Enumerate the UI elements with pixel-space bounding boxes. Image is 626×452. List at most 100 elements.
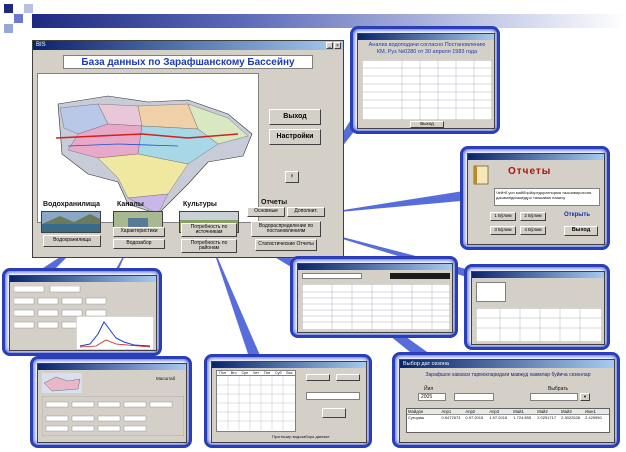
calendar-side-button[interactable] <box>336 374 360 381</box>
need-table <box>302 284 450 330</box>
analysis-title-line1: Анализ водоподачи согласно Постановлению <box>368 42 486 48</box>
reports-note: Чейтб уоп майборйоредоратнорма таошавиро… <box>494 188 600 206</box>
calendar-date-input[interactable] <box>306 392 360 400</box>
district-report-header-box <box>476 282 506 302</box>
select-label: Выбрать <box>548 386 569 392</box>
season-cell: 1.724.855 <box>513 415 532 420</box>
season-col: Майдон <box>408 409 424 414</box>
season-select[interactable] <box>454 393 494 401</box>
reservoirs-button[interactable]: Водохранилища <box>43 235 101 247</box>
reports-stats-button[interactable]: Статистические Отчеты <box>255 239 317 251</box>
canal-titlebar <box>38 364 186 370</box>
season-col: Апр3 <box>489 409 500 414</box>
weekday: Суб <box>275 371 282 375</box>
analysis-callout: Анализ водоподачи согласно Постановлению… <box>350 26 500 134</box>
district-report-table <box>476 308 602 342</box>
season-cell: Суғориш <box>408 415 425 420</box>
key-icon[interactable]: ♀ <box>285 171 299 183</box>
district-report-callout <box>464 264 610 350</box>
district-report-titlebar <box>472 272 604 278</box>
analysis-table <box>362 60 492 120</box>
season-selection-callout: Выбор дат сезона Зарафшон хавзаси тармок… <box>392 352 620 448</box>
section-3-button[interactable]: 3 Бўлим <box>490 226 516 235</box>
weekday: Вос <box>286 371 293 375</box>
reservoir-titlebar <box>10 276 156 282</box>
calendar-callout: Пон Вто Сре Чет Пят Суб Вос Прогнозир во… <box>204 354 372 448</box>
reservoir-window <box>9 275 157 351</box>
analysis-titlebar <box>358 34 494 40</box>
season-cell: 2.3022528 <box>561 415 581 420</box>
reports-exit-button[interactable]: Выход <box>564 226 598 236</box>
need-table-window <box>297 263 453 333</box>
reports-main-button[interactable]: Основные <box>247 207 285 217</box>
calendar-ok-button[interactable] <box>322 408 346 418</box>
season-cell: 0.97.2015 <box>465 415 484 420</box>
calendar-window: Пон Вто Сре Чет Пят Суб Вос Прогнозир во… <box>211 361 367 443</box>
open-button[interactable]: Открыть <box>564 212 590 218</box>
season-col: Май3 <box>561 409 572 414</box>
calendar-footer: Прогнозир водозабора данные <box>272 434 330 439</box>
analysis-exit-button[interactable]: Выход <box>410 121 444 128</box>
weekday: Чет <box>253 371 259 375</box>
season-col: Апр1 <box>441 409 452 414</box>
weekday: Вто <box>230 371 237 375</box>
section-4-button[interactable]: 4 Бўлим <box>520 226 546 235</box>
book-icon <box>473 165 489 185</box>
crops-need-districts-button[interactable]: Потребность по районам <box>181 239 237 253</box>
need-table-callout <box>290 256 458 338</box>
season-dropdown[interactable] <box>530 393 578 401</box>
db-title: База данных по Зарафшанскому Бассейну <box>63 55 313 69</box>
canal-form <box>42 396 184 436</box>
season-col: Май2 <box>537 409 548 414</box>
calendar-grid[interactable]: Пон Вто Сре Чет Пят Суб Вос <box>216 370 296 432</box>
reports-window: Отчеты Чейтб уоп майборйоредоратнорма та… <box>467 153 605 245</box>
canals-characteristics-button[interactable]: Характеристики <box>113 227 165 237</box>
season-cell: 1.97.2015 <box>489 415 508 420</box>
canal-map-callout: Масштаб <box>30 356 192 448</box>
section-1-button[interactable]: 1 Бўлим <box>490 212 516 221</box>
year-input[interactable]: 2005 <box>418 393 446 401</box>
season-col: Июн1 <box>585 409 596 414</box>
calendar-cells <box>217 376 295 430</box>
weekday: Сре <box>241 371 249 375</box>
season-header: Зарафшон хавзаси тармокларидаги мавжуд х… <box>425 372 591 378</box>
close-button[interactable]: × <box>334 42 341 49</box>
calendar-side-button[interactable] <box>306 374 330 381</box>
reports-distribution-button[interactable]: Водораспределение по постановлениям <box>251 221 321 237</box>
year-label: Йил <box>424 386 434 392</box>
reservoir-photo <box>41 211 101 233</box>
scale-label: Масштаб <box>156 376 176 381</box>
reports-extra-button[interactable]: Дополнит. <box>287 207 325 217</box>
main-window: BIS _ × База данных по Зарафшанскому Бас… <box>32 40 344 258</box>
season-cell: 2.425950 <box>585 415 602 420</box>
minimize-button[interactable]: _ <box>326 42 333 49</box>
reports-callout: Отчеты Чейтб уоп майборйоредоратнорма та… <box>460 146 610 250</box>
canal-window: Масштаб <box>37 363 187 443</box>
exit-button[interactable]: Выход <box>269 109 321 125</box>
reports-titlebar <box>468 154 604 160</box>
season-table-empty <box>407 420 609 432</box>
season-cell: 2.0251717 <box>537 415 557 420</box>
canals-intake-button[interactable]: Водозабор <box>113 239 165 249</box>
pointer-calendar <box>210 240 262 360</box>
table-row[interactable]: Суғориш 0.5472573 0.97.2015 1.97.2015 1.… <box>407 415 609 420</box>
season-titlebar: Выбор дат сезона <box>400 360 614 368</box>
section-canals: Каналы <box>117 201 144 208</box>
canal-mini-map <box>42 373 82 393</box>
main-titlebar: BIS <box>33 41 343 50</box>
section-crops: Культуры <box>183 201 217 208</box>
weekday: Пят <box>264 371 271 375</box>
settings-button[interactable]: Настройки <box>269 129 321 145</box>
weekday: Пон <box>219 371 226 375</box>
chevron-down-icon[interactable]: ▼ <box>580 393 590 401</box>
need-table-titlebar <box>298 264 452 270</box>
crops-need-sources-button[interactable]: Потребность по источникам <box>181 223 237 237</box>
need-filter-input[interactable] <box>302 273 362 279</box>
reports-title: Отчеты <box>508 166 552 177</box>
district-report-window <box>471 271 605 345</box>
section-2-button[interactable]: 2 Бўлим <box>520 212 546 221</box>
section-reports: Отчеты <box>261 199 288 206</box>
season-table: Майдон Апр1 Апр2 Апр3 Май1 Май2 Май3 Июн… <box>406 408 610 433</box>
analysis-title-line2: КМ, Руз №0280 от 30 апреля 1983 года <box>376 49 478 55</box>
section-reservoirs: Водохранилища <box>43 201 101 208</box>
